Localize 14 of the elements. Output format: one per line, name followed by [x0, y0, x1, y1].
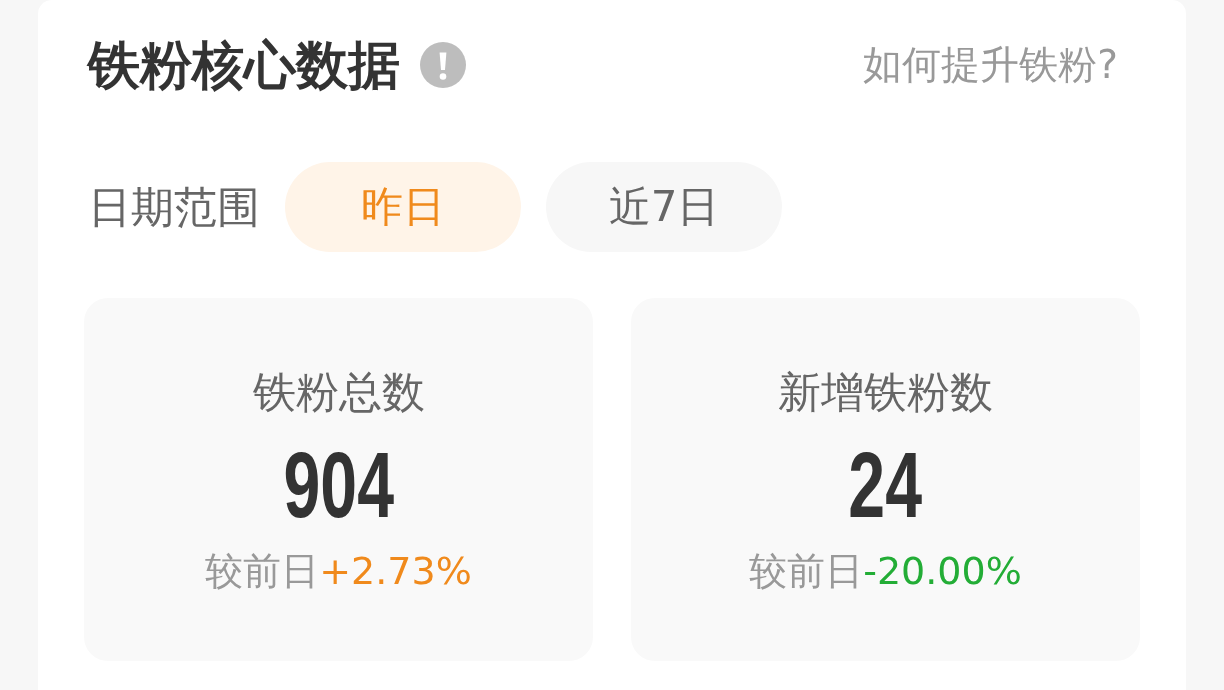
- stat-label: 新增铁粉数: [778, 365, 993, 418]
- panel-title: 铁粉核心数据: [88, 34, 400, 97]
- change-percent: -20.00%: [863, 547, 1022, 594]
- date-range-tab[interactable]: 昨日: [285, 162, 521, 252]
- help-link[interactable]: 如何提升铁粉?: [863, 40, 1118, 90]
- change-percent: +2.73%: [319, 547, 472, 594]
- stat-value: 904: [283, 439, 394, 530]
- stat-label: 铁粉总数: [252, 365, 425, 418]
- date-range-tab[interactable]: 近7日: [546, 162, 782, 252]
- date-range-label: 日期范围: [88, 181, 260, 233]
- exclamation-circle-icon[interactable]: [420, 42, 466, 88]
- comparison-label: 较前日: [749, 547, 864, 594]
- comparison-label: 较前日: [205, 547, 320, 594]
- stat-value: 24: [848, 439, 923, 530]
